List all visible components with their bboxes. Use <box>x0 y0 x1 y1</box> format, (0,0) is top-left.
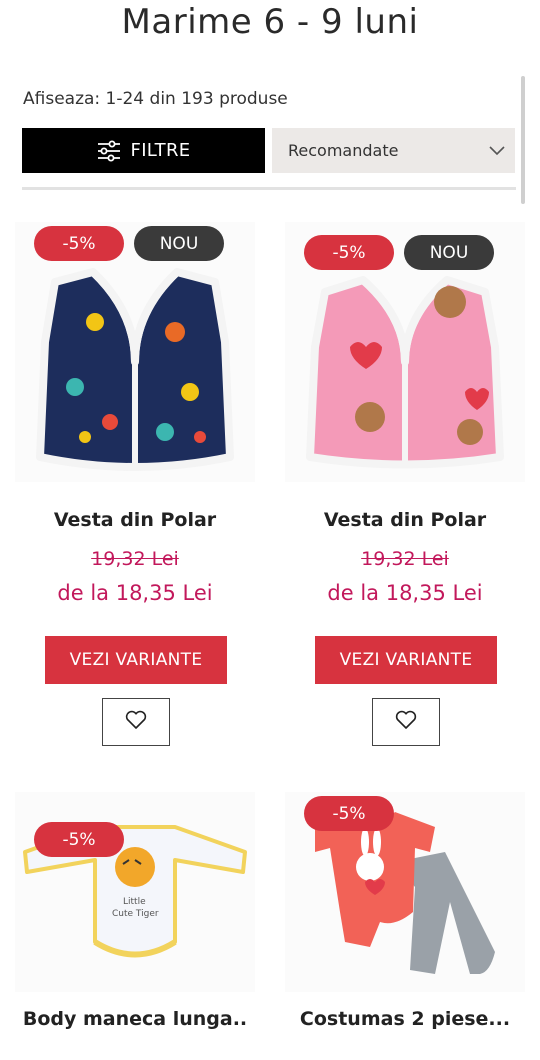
discount-badge: -5% <box>304 796 394 831</box>
heart-icon <box>125 710 147 734</box>
old-price: 19,32 Lei <box>91 548 179 570</box>
current-price: de la 18,35 Lei <box>327 581 483 605</box>
heart-icon <box>395 710 417 734</box>
chevron-down-icon <box>489 141 505 160</box>
product-name[interactable]: Vesta din Polar <box>15 509 255 531</box>
wishlist-button[interactable] <box>372 698 440 746</box>
discount-badge: -5% <box>34 226 124 261</box>
sort-select[interactable]: Recomandate <box>272 128 515 173</box>
toolbar-divider <box>22 187 516 190</box>
results-count: Afiseaza: 1-24 din 193 produse <box>23 89 288 109</box>
current-price: de la 18,35 Lei <box>57 581 213 605</box>
page-title: Marime 6 - 9 luni <box>121 2 419 42</box>
new-badge: NOU <box>404 235 494 270</box>
print-text-line1: Little <box>123 897 146 907</box>
discount-badge: -5% <box>34 822 124 857</box>
wishlist-button[interactable] <box>102 698 170 746</box>
product-name[interactable]: Vesta din Polar <box>285 509 525 531</box>
view-variants-button[interactable]: VEZI VARIANTE <box>45 636 227 684</box>
filter-label: FILTRE <box>130 140 191 161</box>
filter-button[interactable]: FILTRE <box>22 128 265 173</box>
product-image[interactable] <box>15 222 255 482</box>
old-price: 19,32 Lei <box>361 548 449 570</box>
discount-badge: -5% <box>304 235 394 270</box>
product-name[interactable]: Costumas 2 piese... <box>285 1008 525 1030</box>
scrollbar[interactable] <box>521 76 525 204</box>
sliders-icon <box>97 140 121 162</box>
print-text-line2: Cute Tiger <box>112 909 159 919</box>
product-name[interactable]: Body maneca lunga.. <box>15 1008 255 1030</box>
sort-selected-value: Recomandate <box>288 141 399 160</box>
product-card: -5% NOU Vesta din Polar 19,32 Lei de la … <box>285 222 525 752</box>
product-card: -5% NOU Vesta din Polar 19,32 Lei de la … <box>15 222 255 752</box>
product-card: -5% Costumas 2 piese... <box>285 792 525 1060</box>
new-badge: NOU <box>134 226 224 261</box>
product-card: Little Cute Tiger -5% Body maneca lunga.… <box>15 792 255 1060</box>
view-variants-button[interactable]: VEZI VARIANTE <box>315 636 497 684</box>
